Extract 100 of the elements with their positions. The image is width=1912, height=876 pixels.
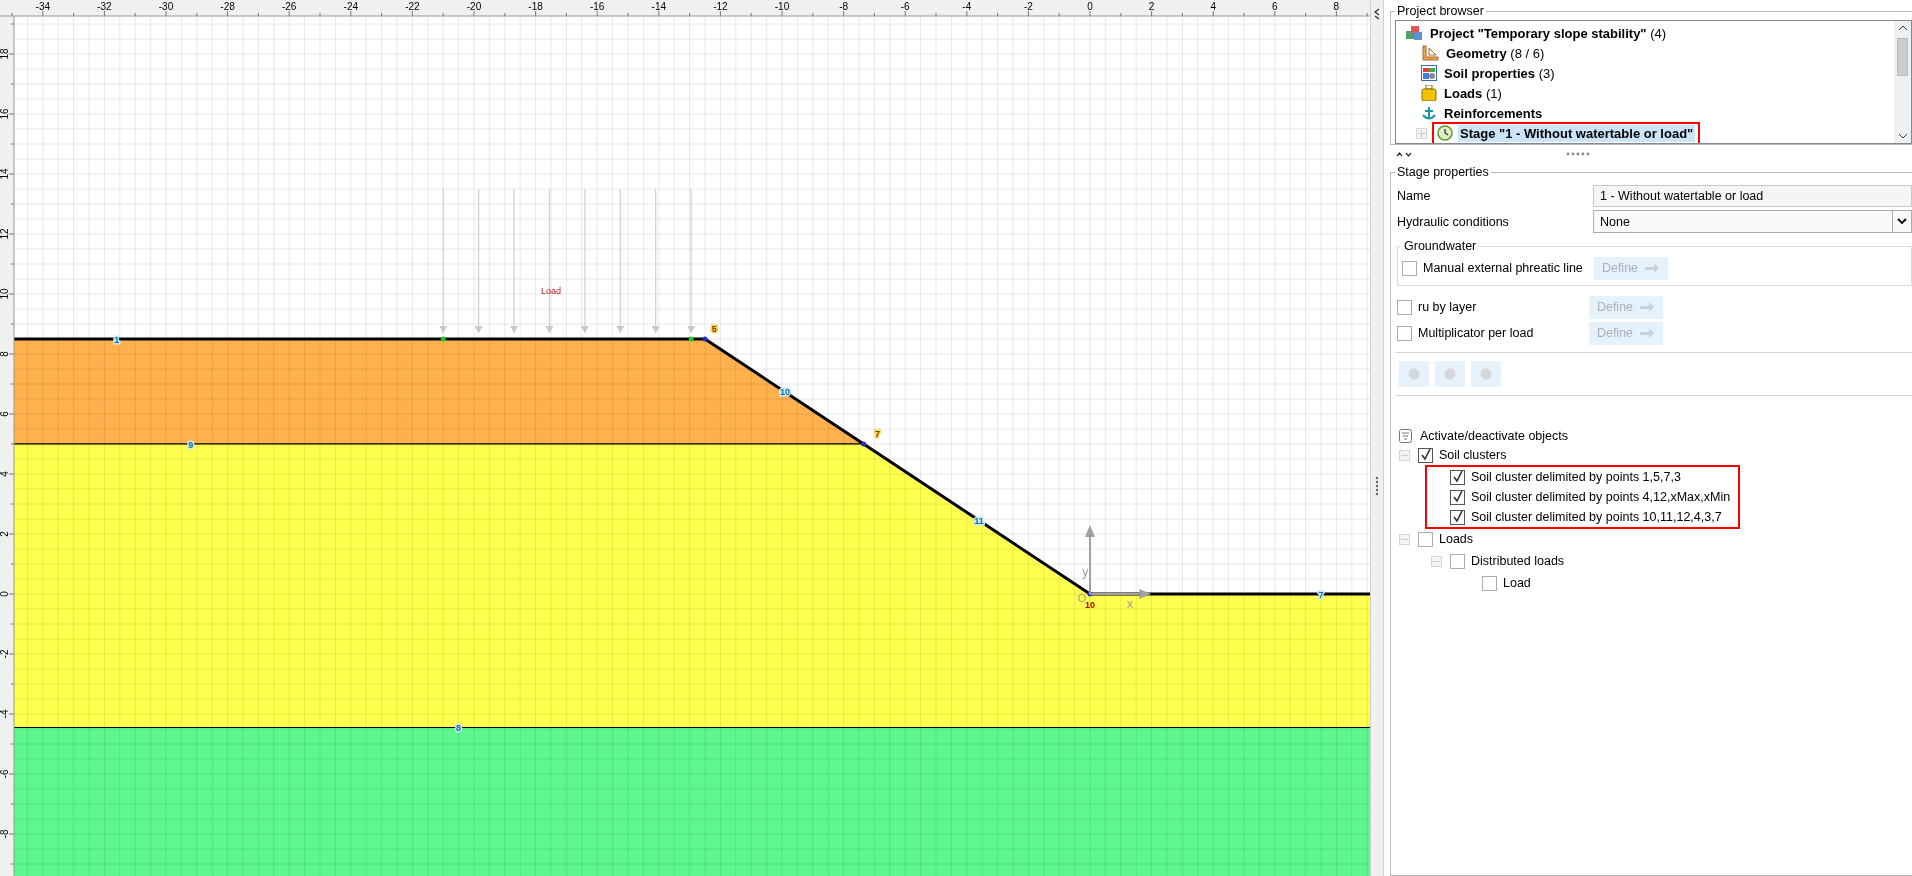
clock-icon (1437, 125, 1453, 141)
axis-label: y (1082, 565, 1089, 579)
name-field[interactable]: 1 - Without watertable or load (1593, 185, 1912, 207)
help-icon (1408, 368, 1420, 380)
scrollbar-thumb[interactable] (1897, 38, 1908, 76)
checkbox[interactable] (1397, 325, 1412, 341)
help-icon (1444, 368, 1456, 380)
ruler-label: -26 (281, 1, 297, 12)
checkbox[interactable] (1418, 447, 1433, 463)
checkbox-label: Soil cluster delimited by points 10,11,12,4,3,7 (1471, 510, 1722, 524)
expand-toggle-icon[interactable] (1399, 533, 1410, 545)
ruler-label: 14 (0, 168, 10, 180)
checkbox-label: Soil clusters (1439, 448, 1507, 462)
checkbox[interactable] (1450, 553, 1465, 569)
checkbox[interactable] (1482, 575, 1497, 591)
point-label: 8 (456, 723, 462, 733)
list-icon (1399, 428, 1413, 443)
ruler-label: -6 (900, 1, 910, 12)
ruler-label: 8 (1333, 1, 1340, 12)
tree-item[interactable]: Geometry (8 / 6) (1444, 44, 1547, 62)
weight-icon (1421, 85, 1437, 101)
chevron-down-icon (1897, 218, 1907, 225)
tree-item[interactable]: Stage "1 - Without watertable or load" (1458, 124, 1696, 142)
splitter-handle-icon[interactable] (1566, 152, 1592, 156)
ruler-label: -6 (0, 769, 10, 779)
checkbox-label: Manual external phreatic line (1423, 261, 1583, 275)
axis-label: x (1126, 596, 1133, 611)
group-title: Project browser (1396, 4, 1485, 18)
ruler-label: -22 (405, 1, 420, 12)
geometry-point[interactable] (702, 336, 708, 342)
ruler-label: -16 (589, 1, 605, 12)
ruler-label: -30 (158, 1, 174, 12)
ruler-label: -10 (774, 1, 790, 12)
ruler-label: 2 (0, 531, 10, 537)
point-label: 11 (974, 516, 984, 526)
load-label: Load (541, 286, 561, 296)
checkbox-label: Distributed loads (1471, 554, 1565, 568)
tree-item[interactable]: Project "Temporary slope stability" (4) (1428, 24, 1669, 42)
checkbox[interactable] (1450, 489, 1465, 505)
field-label: Name (1397, 189, 1432, 203)
ruler-label: -2 (0, 649, 10, 659)
ruler-label: 6 (0, 411, 10, 417)
ruler-label: 6 (1272, 1, 1278, 12)
section-title: Activate/deactivate objects (1420, 428, 1568, 443)
load-point[interactable] (688, 336, 694, 342)
ruler-label: -4 (962, 1, 972, 12)
ruler-label: -8 (839, 1, 849, 12)
collapse-arrows-icon[interactable] (1373, 8, 1381, 22)
point-label: 7 (874, 429, 880, 439)
ruler-label: -8 (0, 829, 10, 839)
expand-toggle-icon[interactable] (1399, 449, 1410, 461)
group-title: Groundwater (1403, 239, 1478, 253)
checkbox[interactable] (1418, 531, 1433, 547)
ruler-label: 0 (0, 591, 10, 597)
scroll-down-icon[interactable] (1897, 133, 1908, 139)
ruler-label: 16 (0, 108, 10, 120)
ruler-label: 2 (1148, 1, 1155, 12)
point-label: 7 (1318, 589, 1324, 600)
checkbox[interactable] (1450, 469, 1465, 485)
ruler-set-icon (1421, 45, 1439, 61)
point-label: 9 (188, 439, 194, 450)
checkbox-label: Multiplicator per load (1418, 326, 1534, 340)
ruler-label: -20 (466, 1, 482, 12)
ruler-label: -32 (97, 1, 112, 12)
arrow-icon (1639, 301, 1656, 313)
point-label: 10 (1085, 600, 1095, 610)
tree-item[interactable]: Loads (1) (1442, 84, 1504, 102)
expand-toggle-icon[interactable] (1416, 127, 1427, 139)
checkbox-label: Soil cluster delimited by points 1,5,7,3 (1471, 470, 1681, 484)
scroll-up-icon[interactable] (1897, 25, 1908, 31)
ruler-label: 18 (0, 48, 10, 60)
load-point[interactable] (440, 336, 446, 342)
dropdown[interactable]: None (1593, 210, 1912, 233)
tree-item[interactable]: Reinforcements (1442, 104, 1545, 122)
up-down-arrows-icon[interactable] (1396, 150, 1412, 158)
ruler-label: -4 (0, 709, 10, 719)
scrollbar[interactable] (1894, 21, 1911, 143)
ruler-label: -14 (651, 1, 667, 12)
checkbox-label: Load (1503, 576, 1531, 590)
ruler-label: 4 (0, 471, 10, 477)
splitter-handle-icon[interactable] (1375, 476, 1379, 496)
checkbox[interactable] (1450, 509, 1465, 525)
checkbox-label: ru by layer (1418, 300, 1477, 314)
ruler-label: -24 (343, 1, 359, 12)
checkbox-label: Loads (1439, 532, 1474, 546)
tree-item[interactable]: Soil properties (3) (1442, 64, 1557, 82)
ruler-label: 0 (1087, 1, 1093, 12)
x-axis-arrow (1089, 589, 1152, 599)
ruler-label: -12 (713, 1, 728, 12)
ruler-label: -34 (35, 1, 51, 12)
ruler-label: 4 (1210, 1, 1216, 12)
expand-toggle-icon[interactable] (1431, 555, 1442, 567)
checkbox[interactable] (1402, 260, 1417, 276)
checkbox[interactable] (1397, 299, 1412, 315)
arrow-icon (1639, 327, 1656, 339)
geometry-point[interactable] (1087, 591, 1093, 597)
point-label: 5 (711, 324, 717, 334)
checkbox-label: Soil cluster delimited by points 4,12,xMax,xMin (1471, 490, 1731, 504)
geometry-point[interactable] (861, 441, 867, 447)
soil-chart-icon (1421, 65, 1437, 81)
